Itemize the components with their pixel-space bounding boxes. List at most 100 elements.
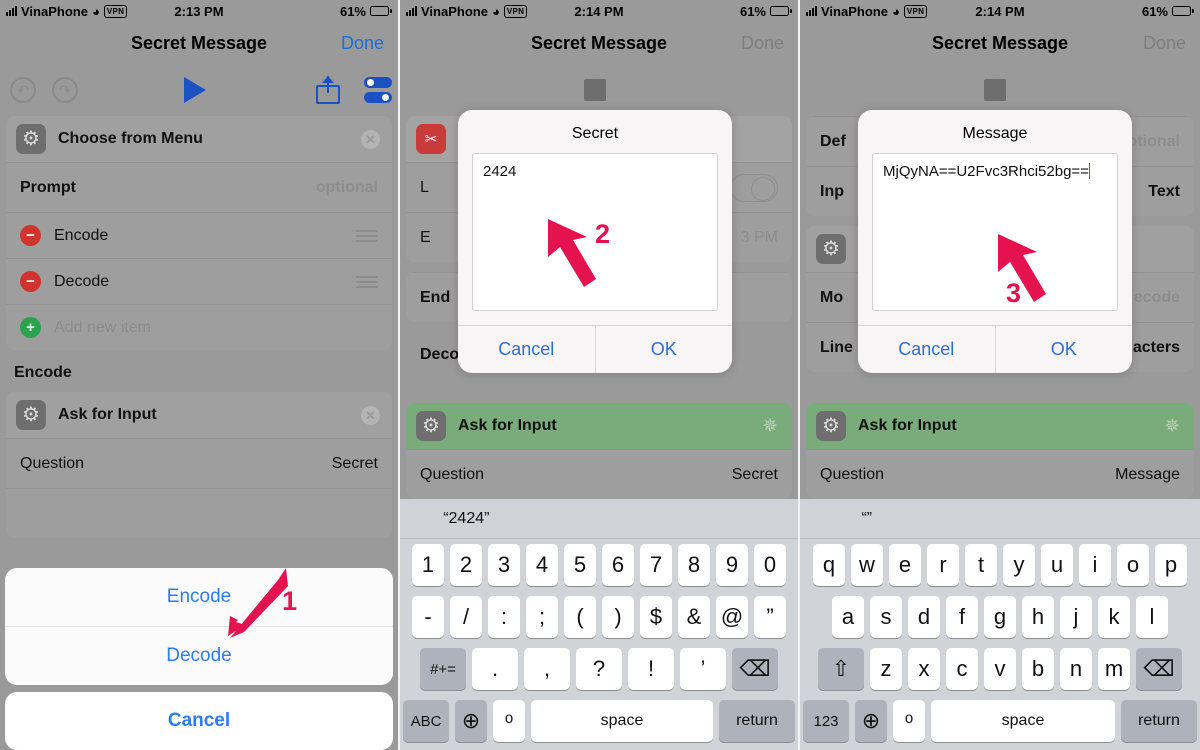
key-z[interactable]: z	[870, 648, 902, 690]
shift-icon[interactable]: ⇧	[818, 648, 864, 690]
redo-button[interactable]: ↷	[52, 77, 78, 103]
key-dollar[interactable]: $	[640, 596, 672, 638]
key-space[interactable]: space	[531, 700, 713, 742]
key-t[interactable]: t	[965, 544, 997, 586]
undo-button[interactable]: ↶	[10, 77, 36, 103]
key-0[interactable]: 0	[754, 544, 786, 586]
key-return[interactable]: return	[719, 700, 795, 742]
done-button[interactable]: Done	[341, 33, 384, 54]
key-n[interactable]: n	[1060, 648, 1092, 690]
key-8[interactable]: 8	[678, 544, 710, 586]
key-6[interactable]: 6	[602, 544, 634, 586]
ok-button[interactable]: OK	[994, 326, 1133, 373]
done-button[interactable]: Done	[741, 33, 784, 54]
ok-button[interactable]: OK	[594, 326, 733, 373]
action-sheet-cancel[interactable]: Cancel	[5, 692, 393, 750]
key-k[interactable]: k	[1098, 596, 1130, 638]
key-period[interactable]: .	[472, 648, 518, 690]
stop-button[interactable]	[984, 79, 1006, 101]
key-l[interactable]: l	[1136, 596, 1168, 638]
key-p[interactable]: p	[1155, 544, 1187, 586]
key-symbols[interactable]: #+=	[420, 648, 466, 690]
key-v[interactable]: v	[984, 648, 1016, 690]
key-space[interactable]: space	[931, 700, 1115, 742]
key-semicolon[interactable]: ;	[526, 596, 558, 638]
key-1[interactable]: 1	[412, 544, 444, 586]
key-2[interactable]: 2	[450, 544, 482, 586]
key-x[interactable]: x	[908, 648, 940, 690]
key-u[interactable]: u	[1041, 544, 1073, 586]
prediction-candidate[interactable]: “”	[800, 510, 933, 528]
question-row[interactable]: Question Message	[806, 449, 1194, 499]
key-5[interactable]: 5	[564, 544, 596, 586]
key-7[interactable]: 7	[640, 544, 672, 586]
key-h[interactable]: h	[1022, 596, 1054, 638]
action-sheet-item-decode[interactable]: Decode	[5, 626, 393, 685]
done-button[interactable]: Done	[1143, 33, 1186, 54]
key-9[interactable]: 9	[716, 544, 748, 586]
card-header[interactable]: ⚙ Ask for Input ✵	[406, 403, 792, 449]
key-s[interactable]: s	[870, 596, 902, 638]
key-c[interactable]: c	[946, 648, 978, 690]
menu-item-add-new[interactable]: + Add new item	[6, 304, 392, 350]
remove-icon[interactable]: −	[20, 225, 41, 246]
key-3[interactable]: 3	[488, 544, 520, 586]
cancel-button[interactable]: Cancel	[858, 326, 995, 373]
key-paren-close[interactable]: )	[602, 596, 634, 638]
key-slash[interactable]: /	[450, 596, 482, 638]
key-f[interactable]: f	[946, 596, 978, 638]
key-4[interactable]: 4	[526, 544, 558, 586]
menu-item-decode[interactable]: − Decode	[6, 258, 392, 304]
key-paren-open[interactable]: (	[564, 596, 596, 638]
secret-text-field[interactable]: 2424	[472, 153, 718, 311]
key-w[interactable]: w	[851, 544, 883, 586]
backspace-icon[interactable]: ⌫	[732, 648, 778, 690]
extra-row[interactable]	[6, 488, 392, 538]
toggle-switch[interactable]	[730, 173, 778, 202]
key-r[interactable]: r	[927, 544, 959, 586]
play-button[interactable]	[184, 77, 206, 103]
card-header[interactable]: ⚙ Ask for Input ✕	[6, 392, 392, 438]
key-i[interactable]: i	[1079, 544, 1111, 586]
prompt-row[interactable]: Prompt optional	[6, 162, 392, 212]
close-icon[interactable]: ✕	[361, 129, 380, 149]
share-icon[interactable]	[316, 76, 340, 104]
question-row[interactable]: Question Secret	[406, 449, 792, 499]
settings-sliders-icon[interactable]	[364, 77, 392, 103]
message-text-field[interactable]: MjQyNA==U2Fvc3Rhci52bg==	[872, 153, 1118, 311]
key-b[interactable]: b	[1022, 648, 1054, 690]
key-numbers[interactable]: 123	[803, 700, 849, 742]
cancel-button[interactable]: Cancel	[458, 326, 595, 373]
key-return[interactable]: return	[1121, 700, 1197, 742]
stop-button[interactable]	[584, 79, 606, 101]
key-ampersand[interactable]: &	[678, 596, 710, 638]
reorder-handle-icon[interactable]	[356, 275, 378, 288]
key-question[interactable]: ?	[576, 648, 622, 690]
action-sheet-item-encode[interactable]: Encode	[5, 568, 393, 626]
key-a[interactable]: a	[832, 596, 864, 638]
key-d[interactable]: d	[908, 596, 940, 638]
key-hyphen[interactable]: -	[412, 596, 444, 638]
globe-icon[interactable]: ⊕	[855, 700, 887, 742]
reorder-handle-icon[interactable]	[356, 229, 378, 242]
globe-icon[interactable]: ⊕	[455, 700, 487, 742]
menu-item-encode[interactable]: − Encode	[6, 212, 392, 258]
prediction-candidate[interactable]: “2424”	[400, 510, 533, 528]
question-row[interactable]: Question Secret	[6, 438, 392, 488]
microphone-icon[interactable]: ᵒ	[493, 700, 525, 742]
add-icon[interactable]: +	[20, 317, 41, 338]
key-g[interactable]: g	[984, 596, 1016, 638]
backspace-icon[interactable]: ⌫	[1136, 648, 1182, 690]
card-header[interactable]: ⚙ Ask for Input ✵	[806, 403, 1194, 449]
key-quote[interactable]: ”	[754, 596, 786, 638]
key-o[interactable]: o	[1117, 544, 1149, 586]
key-at[interactable]: @	[716, 596, 748, 638]
key-y[interactable]: y	[1003, 544, 1035, 586]
key-e[interactable]: e	[889, 544, 921, 586]
key-colon[interactable]: :	[488, 596, 520, 638]
key-abc[interactable]: ABC	[403, 700, 449, 742]
key-j[interactable]: j	[1060, 596, 1092, 638]
card-header[interactable]: ⚙ Choose from Menu ✕	[6, 116, 392, 162]
close-icon[interactable]: ✕	[361, 405, 380, 425]
key-exclaim[interactable]: !	[628, 648, 674, 690]
